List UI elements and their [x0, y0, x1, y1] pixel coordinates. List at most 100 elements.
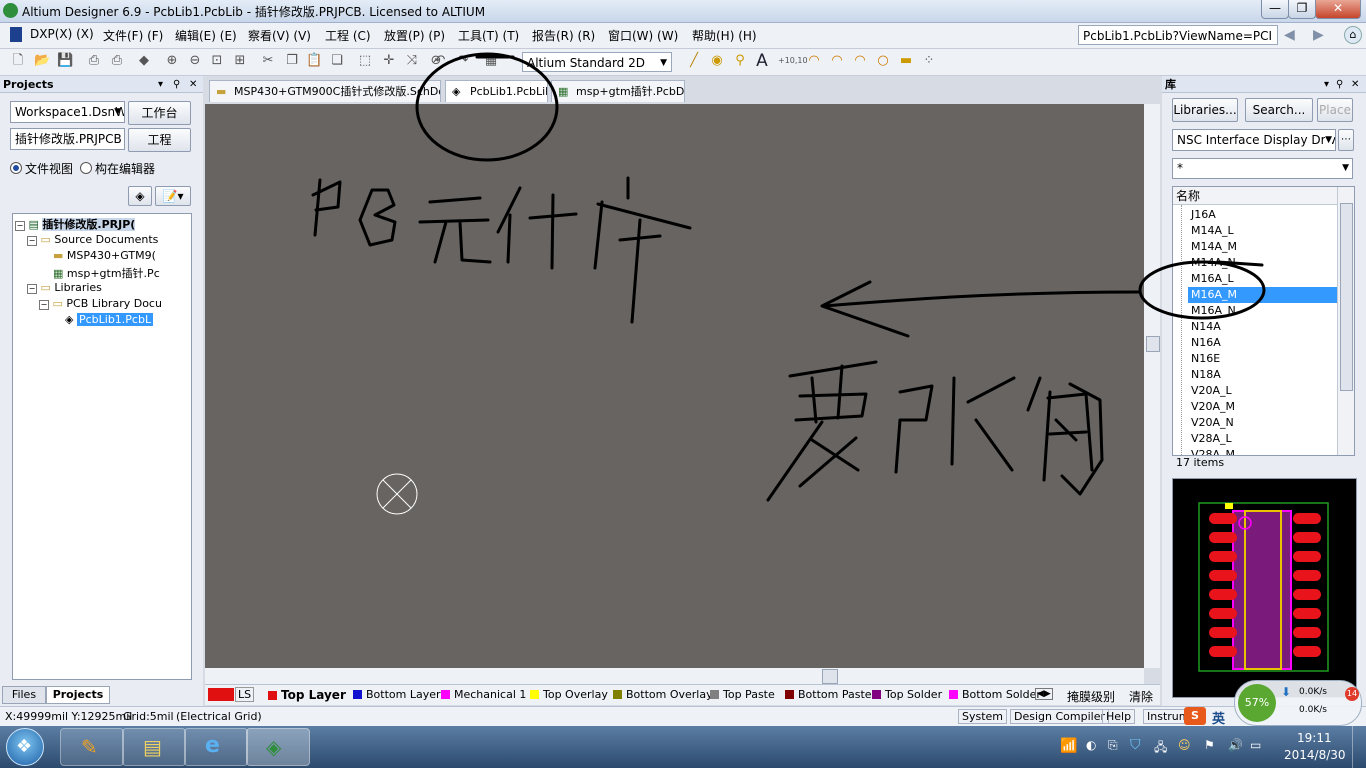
list-item[interactable]: V28A_L [1191, 431, 1232, 447]
libraries-button[interactable]: Libraries... [1172, 98, 1238, 122]
arc-any-icon[interactable]: ◠ [852, 53, 868, 69]
horizontal-scrollbar[interactable] [205, 668, 1144, 684]
close-button[interactable]: ✕ [1315, 0, 1361, 19]
tree-project[interactable]: − ▤ 插针修改版.PRJP( [15, 216, 136, 232]
menu-place[interactable]: 放置(P) (P) [384, 27, 445, 44]
tree-source-doc[interactable]: ▬ MSP430+GTM9( [53, 249, 156, 262]
ime-mode[interactable]: 英 [1212, 708, 1225, 727]
address-field[interactable]: PcbLib1.PcbLib?ViewName=PCI [1078, 25, 1278, 45]
menu-view[interactable]: 察看(V) (V) [248, 27, 311, 44]
menu-window[interactable]: 窗口(W) (W) [608, 27, 678, 44]
tree-pcblib-folder[interactable]: − ▭ PCB Library Docu [39, 297, 162, 310]
new-icon[interactable]: 🗋 [10, 53, 26, 69]
list-item[interactable]: N16E [1191, 351, 1220, 367]
place-via-icon[interactable]: ⚲ [732, 53, 748, 69]
list-item-selected[interactable]: M16A_M [1188, 287, 1338, 303]
clear-button[interactable]: 清除 [1129, 688, 1153, 705]
filter-input[interactable]: * ▼ [1172, 158, 1353, 179]
compile-icon[interactable]: ◈ [128, 186, 152, 206]
scrollbar-thumb[interactable] [1146, 336, 1160, 352]
collapse-icon[interactable]: − [15, 221, 25, 231]
doc-tab-pcbdoc[interactable]: ▦ msp+gtm插针.PcbDoc [551, 80, 685, 102]
list-item[interactable]: V20A_L [1191, 383, 1232, 399]
place-button[interactable]: Place [1317, 98, 1353, 122]
radio-file-view[interactable] [10, 162, 22, 174]
list-item[interactable]: V20A_N [1191, 415, 1234, 431]
list-item[interactable]: V20A_M [1191, 399, 1235, 415]
place-string-icon[interactable]: A [754, 53, 770, 70]
help-button[interactable]: Help [1102, 709, 1136, 724]
flag-icon[interactable]: ⚑ [1204, 738, 1215, 752]
menu-project[interactable]: 工程 (C) [325, 27, 371, 44]
panel-menu-icon[interactable]: ▾ [1324, 76, 1329, 93]
network-icon[interactable]: 🖧 [1154, 738, 1167, 759]
menu-tools[interactable]: 工具(T) (T) [458, 27, 519, 44]
zoom-out-icon[interactable]: ⊖ [187, 53, 203, 69]
taskbar-altium[interactable]: ◈ [246, 728, 310, 766]
pin-icon[interactable]: ⚲ [173, 76, 180, 93]
panel-menu-icon[interactable]: ▾ [158, 76, 163, 93]
layer-tab-bottom-paste[interactable]: Bottom Paste [785, 688, 872, 701]
usb-icon[interactable]: ⎘ [1108, 738, 1118, 753]
cut-icon[interactable]: ✂ [260, 53, 276, 69]
clock-date[interactable]: 2014/8/30 [1284, 748, 1346, 762]
qq-icon[interactable]: ☺ [1178, 738, 1191, 752]
move-icon[interactable]: ✛ [381, 53, 397, 69]
ls-button[interactable]: LS [235, 687, 255, 702]
redo-icon[interactable]: ↷ [455, 53, 471, 69]
mask-level-button[interactable]: 掩膜级别 [1067, 688, 1115, 705]
search-button[interactable]: Search... [1245, 98, 1313, 122]
project-options-icon[interactable]: 📝▾ [155, 186, 191, 206]
column-header-name[interactable]: 名称 [1173, 187, 1337, 205]
radio-struct-editor[interactable] [80, 162, 92, 174]
system-button[interactable]: System [958, 709, 1008, 724]
menu-help[interactable]: 帮助(H) (H) [692, 27, 757, 44]
fill-icon[interactable]: ▬ [898, 53, 914, 69]
taskbar-ie[interactable]: e [184, 728, 248, 766]
layer-tab-bottom-solder[interactable]: Bottom Solder [949, 688, 1041, 701]
taskbar-app-sketch[interactable]: ✎ [60, 728, 124, 766]
pcb-canvas[interactable] [205, 104, 1144, 668]
scrollbar-thumb[interactable] [822, 669, 838, 684]
full-circle-icon[interactable]: ○ [875, 53, 891, 69]
list-item[interactable]: V28A_M [1191, 447, 1235, 455]
collapse-icon[interactable]: − [39, 300, 49, 310]
sogou-ime-icon[interactable]: S [1184, 707, 1206, 725]
panel-close-icon[interactable]: ✕ [189, 76, 197, 93]
shield-icon[interactable]: ⛉ [1130, 737, 1141, 753]
layer-tab-top-paste[interactable]: Top Paste [710, 688, 775, 701]
list-item[interactable]: M14A_L [1191, 223, 1234, 239]
layer-tab-top-layer[interactable]: Top Layer [268, 688, 346, 702]
open-icon[interactable]: 📂 [34, 53, 50, 69]
tree-source-doc[interactable]: ▦ msp+gtm插针.Pc [53, 265, 160, 281]
place-coordinate-icon[interactable]: +10,10 [778, 53, 808, 69]
list-item[interactable]: M14A_M [1191, 239, 1237, 255]
pin-icon[interactable]: ⚲ [1336, 76, 1343, 93]
layer-tab-top-overlay[interactable]: Top Overlay [530, 688, 608, 701]
volume-icon[interactable]: 🔊 [1228, 738, 1243, 752]
wifi-icon[interactable]: 📶 [1060, 738, 1077, 754]
minimize-button[interactable]: — [1261, 0, 1289, 19]
battery-icon[interactable]: ▭ [1250, 738, 1261, 752]
array-paste-icon[interactable]: ⁘ [921, 53, 937, 69]
tab-projects[interactable]: Projects [46, 686, 110, 704]
copy-icon[interactable]: ❐ [284, 53, 300, 69]
back-icon[interactable]: ◀ [1284, 27, 1295, 43]
project-button[interactable]: 工程 [128, 128, 191, 152]
forward-icon[interactable]: ▶ [1313, 27, 1324, 43]
project-field[interactable]: 插针修改版.PRJPCB [10, 128, 125, 150]
layer-stack-icon[interactable]: ◆ [136, 53, 152, 69]
library-select[interactable]: NSC Interface Display Driver.li ▼ [1172, 129, 1336, 151]
zoom-fit-icon[interactable]: ⊡ [209, 53, 225, 69]
doc-tab-pcblib[interactable]: ◈ PcbLib1.PcbLib [445, 80, 548, 102]
clock-time[interactable]: 19:11 [1297, 731, 1332, 745]
save-icon[interactable]: 💾 [57, 53, 73, 69]
select-area-icon[interactable]: ⬚ [357, 53, 373, 69]
tray-icon[interactable]: ◐ [1086, 738, 1096, 752]
taskbar-explorer[interactable]: ▤ [122, 728, 186, 766]
menu-reports[interactable]: 报告(R) (R) [532, 27, 595, 44]
list-item[interactable]: N18A [1191, 367, 1221, 383]
workspace-select[interactable]: Workspace1.DsnW ▼ [10, 101, 125, 123]
arc-edge-icon[interactable]: ◠ [829, 53, 845, 69]
paste-icon[interactable]: 📋 [306, 53, 322, 69]
